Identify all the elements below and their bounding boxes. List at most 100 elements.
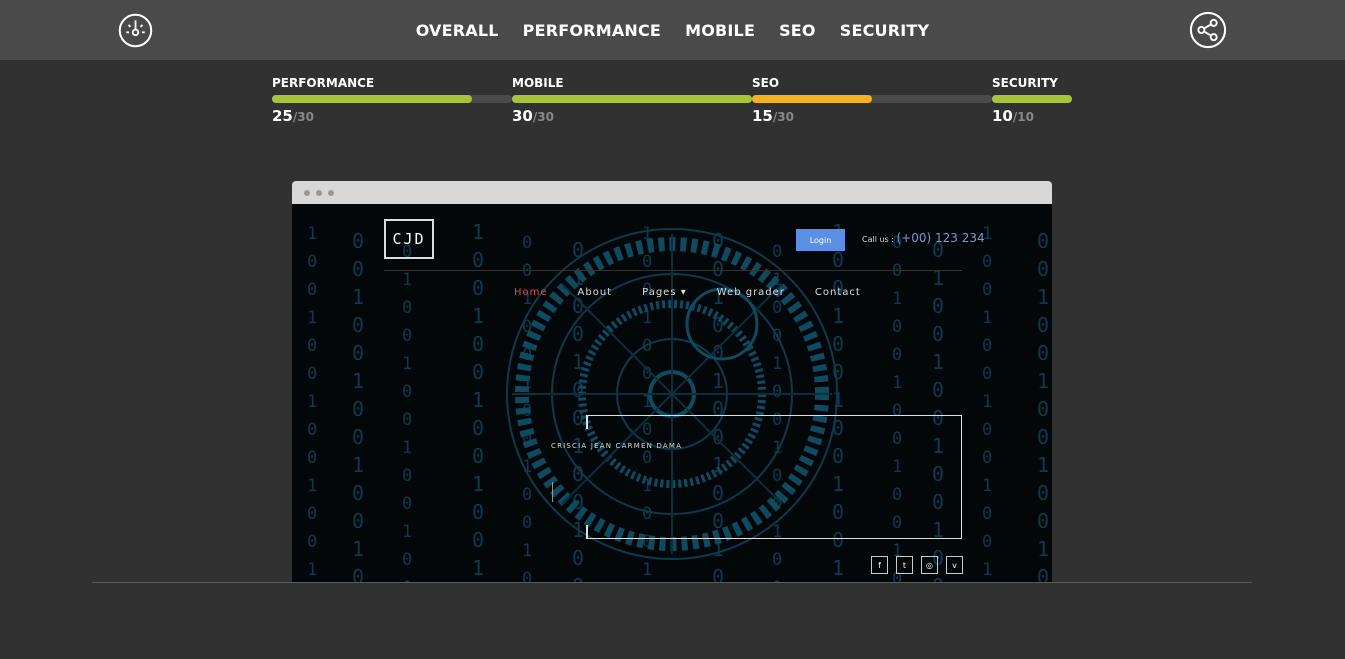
svg-text:0: 0 <box>1037 397 1049 421</box>
top-nav-bar: OVERALL PERFORMANCE MOBILE SEO SECURITY <box>0 0 1345 60</box>
progress-fill <box>752 95 872 103</box>
hero-frame <box>586 415 962 539</box>
progress-fill <box>272 95 472 103</box>
main-nav: OVERALL PERFORMANCE MOBILE SEO SECURITY <box>0 0 1345 60</box>
nav-seo[interactable]: SEO <box>779 21 816 40</box>
social-links: f t ◎ v <box>871 556 963 574</box>
site-nav: Home About Pages ▾ Web grader Contact <box>514 287 891 298</box>
site-nav-contact[interactable]: Contact <box>815 287 861 298</box>
phone-number[interactable]: (+00) 123 234 <box>897 231 985 245</box>
svg-text:0: 0 <box>472 500 484 524</box>
site-logo[interactable]: CJD <box>384 219 434 259</box>
svg-text:0: 0 <box>472 248 484 272</box>
svg-text:1: 1 <box>307 560 317 580</box>
svg-text:0: 0 <box>307 336 317 356</box>
dribbble-icon[interactable]: ◎ <box>921 556 938 574</box>
svg-text:0: 0 <box>472 444 484 468</box>
svg-text:0: 0 <box>572 574 584 582</box>
svg-text:1: 1 <box>307 392 317 412</box>
svg-text:0: 0 <box>1037 565 1049 582</box>
site-nav-home[interactable]: Home <box>514 287 548 298</box>
svg-text:1: 1 <box>402 270 412 290</box>
login-button[interactable]: Login <box>796 229 845 251</box>
nav-overall[interactable]: OVERALL <box>416 21 499 40</box>
svg-text:0: 0 <box>472 416 484 440</box>
svg-text:0: 0 <box>307 280 317 300</box>
svg-text:0: 0 <box>307 252 317 272</box>
svg-text:1: 1 <box>307 308 317 328</box>
svg-text:0: 0 <box>402 382 412 402</box>
svg-text:0: 0 <box>307 448 317 468</box>
svg-text:1: 1 <box>352 285 364 309</box>
svg-text:0: 0 <box>892 261 902 281</box>
score-label: PERFORMANCE <box>272 76 375 90</box>
svg-text:0: 0 <box>1037 229 1049 253</box>
svg-text:1: 1 <box>472 220 484 244</box>
website-preview-window: 1 0 0 1 0 0 1 0 0 1 0 0 1 0 0 0 1 0 0 1 0 0 1 0 0 1 0 0 0 1 0 0 1 0 0 1 0 0 1 0… <box>292 181 1052 582</box>
svg-text:1: 1 <box>307 476 317 496</box>
svg-text:1: 1 <box>982 560 992 580</box>
score-value: 30/30 <box>512 107 554 125</box>
svg-text:0: 0 <box>352 509 364 533</box>
svg-text:1: 1 <box>892 373 902 393</box>
svg-text:0: 0 <box>352 481 364 505</box>
site-nav-pages[interactable]: Pages ▾ <box>642 287 687 298</box>
svg-text:1: 1 <box>352 453 364 477</box>
svg-text:0: 0 <box>307 364 317 384</box>
svg-text:1: 1 <box>932 350 944 374</box>
progress-bar <box>752 95 992 103</box>
svg-text:1: 1 <box>472 472 484 496</box>
vimeo-icon[interactable]: v <box>946 556 963 574</box>
svg-text:1: 1 <box>402 354 412 374</box>
score-mobile: MOBILE 30/30 <box>512 75 752 125</box>
score-performance: PERFORMANCE 25/30 <box>272 75 512 125</box>
svg-text:0: 0 <box>932 378 944 402</box>
svg-text:1: 1 <box>1037 369 1049 393</box>
svg-text:0: 0 <box>307 504 317 524</box>
nav-performance[interactable]: PERFORMANCE <box>523 21 661 40</box>
svg-text:0: 0 <box>472 360 484 384</box>
twitter-icon[interactable]: t <box>896 556 913 574</box>
nav-mobile[interactable]: MOBILE <box>685 21 755 40</box>
browser-titlebar <box>292 181 1052 204</box>
svg-text:1: 1 <box>1037 537 1049 561</box>
svg-text:0: 0 <box>472 332 484 356</box>
svg-text:0: 0 <box>982 252 992 272</box>
svg-text:0: 0 <box>932 322 944 346</box>
svg-text:1: 1 <box>472 556 484 580</box>
svg-text:1: 1 <box>402 438 412 458</box>
header-divider <box>384 270 962 271</box>
svg-text:0: 0 <box>1037 481 1049 505</box>
share-icon[interactable] <box>1189 11 1227 49</box>
score-value: 25/30 <box>272 107 314 125</box>
score-value: 15/30 <box>752 107 794 125</box>
window-dot-icon <box>304 190 310 196</box>
svg-text:0: 0 <box>352 565 364 582</box>
svg-text:0: 0 <box>982 280 992 300</box>
svg-text:0: 0 <box>982 420 992 440</box>
nav-security[interactable]: SECURITY <box>840 21 930 40</box>
svg-text:0: 0 <box>982 532 992 552</box>
hero-name: CRISCIA JEAN CARMEN DAMA <box>551 442 683 450</box>
website-screenshot: 1 0 0 1 0 0 1 0 0 1 0 0 1 0 0 0 1 0 0 1 0 0 1 0 0 1 0 0 0 1 0 0 1 0 0 1 0 0 1 0… <box>292 204 1052 582</box>
svg-text:1: 1 <box>472 388 484 412</box>
site-nav-about[interactable]: About <box>578 287 613 298</box>
svg-text:0: 0 <box>402 494 412 514</box>
progress-bar <box>512 95 752 103</box>
svg-text:1: 1 <box>982 392 992 412</box>
svg-text:0: 0 <box>1037 509 1049 533</box>
svg-text:0: 0 <box>1037 313 1049 337</box>
call-us-text: Call us : (+00) 123 234 <box>862 231 985 245</box>
site-nav-web-grader[interactable]: Web grader <box>717 287 785 298</box>
bottom-divider <box>92 582 1252 583</box>
svg-text:1: 1 <box>982 476 992 496</box>
svg-text:0: 0 <box>1037 341 1049 365</box>
svg-text:0: 0 <box>352 397 364 421</box>
facebook-icon[interactable]: f <box>871 556 888 574</box>
svg-text:0: 0 <box>982 448 992 468</box>
svg-text:0: 0 <box>402 298 412 318</box>
score-seo: SEO 15/30 <box>752 75 992 125</box>
svg-text:0: 0 <box>932 294 944 318</box>
svg-text:1: 1 <box>352 537 364 561</box>
svg-text:0: 0 <box>352 229 364 253</box>
